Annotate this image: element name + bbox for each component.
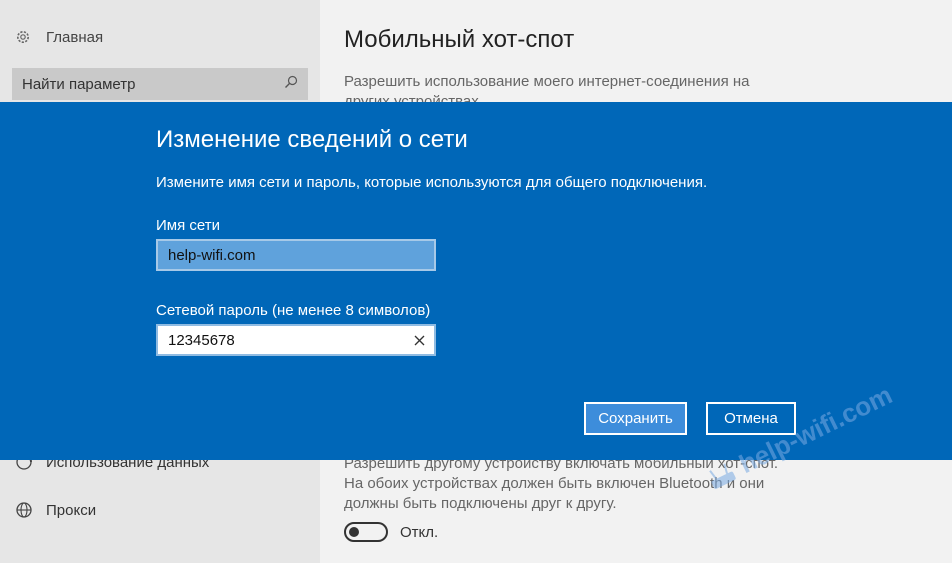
search-input[interactable] <box>22 75 262 93</box>
gear-icon <box>14 28 32 46</box>
edit-network-dialog: Изменение сведений о сети Измените имя с… <box>0 102 952 460</box>
save-button[interactable]: Сохранить <box>584 402 687 435</box>
network-name-field[interactable] <box>156 239 436 271</box>
search-box[interactable] <box>12 68 308 100</box>
globe-icon <box>14 500 34 520</box>
toggle-knob <box>349 527 359 537</box>
remote-on-toggle[interactable] <box>344 522 388 542</box>
dialog-title: Изменение сведений о сети <box>156 126 468 153</box>
sidebar-home[interactable]: Главная <box>14 26 103 48</box>
network-name-label: Имя сети <box>156 217 220 234</box>
password-input[interactable] <box>168 331 398 349</box>
sidebar-home-label: Главная <box>46 28 104 46</box>
toggle-state-label: Откл. <box>400 523 439 541</box>
network-name-input[interactable] <box>168 246 424 264</box>
remote-on-toggle-row: Откл. <box>344 522 438 542</box>
password-label: Сетевой пароль (не менее 8 символов) <box>156 302 431 319</box>
clear-icon[interactable] <box>408 330 430 350</box>
sidebar-item-proxy[interactable]: Прокси <box>14 498 96 522</box>
sidebar-item-label: Прокси <box>46 501 97 519</box>
search-icon[interactable] <box>284 75 298 94</box>
password-field[interactable] <box>156 324 436 356</box>
dialog-description: Измените имя сети и пароль, которые испо… <box>156 174 708 191</box>
page-title: Мобильный хот-спот <box>344 26 575 53</box>
